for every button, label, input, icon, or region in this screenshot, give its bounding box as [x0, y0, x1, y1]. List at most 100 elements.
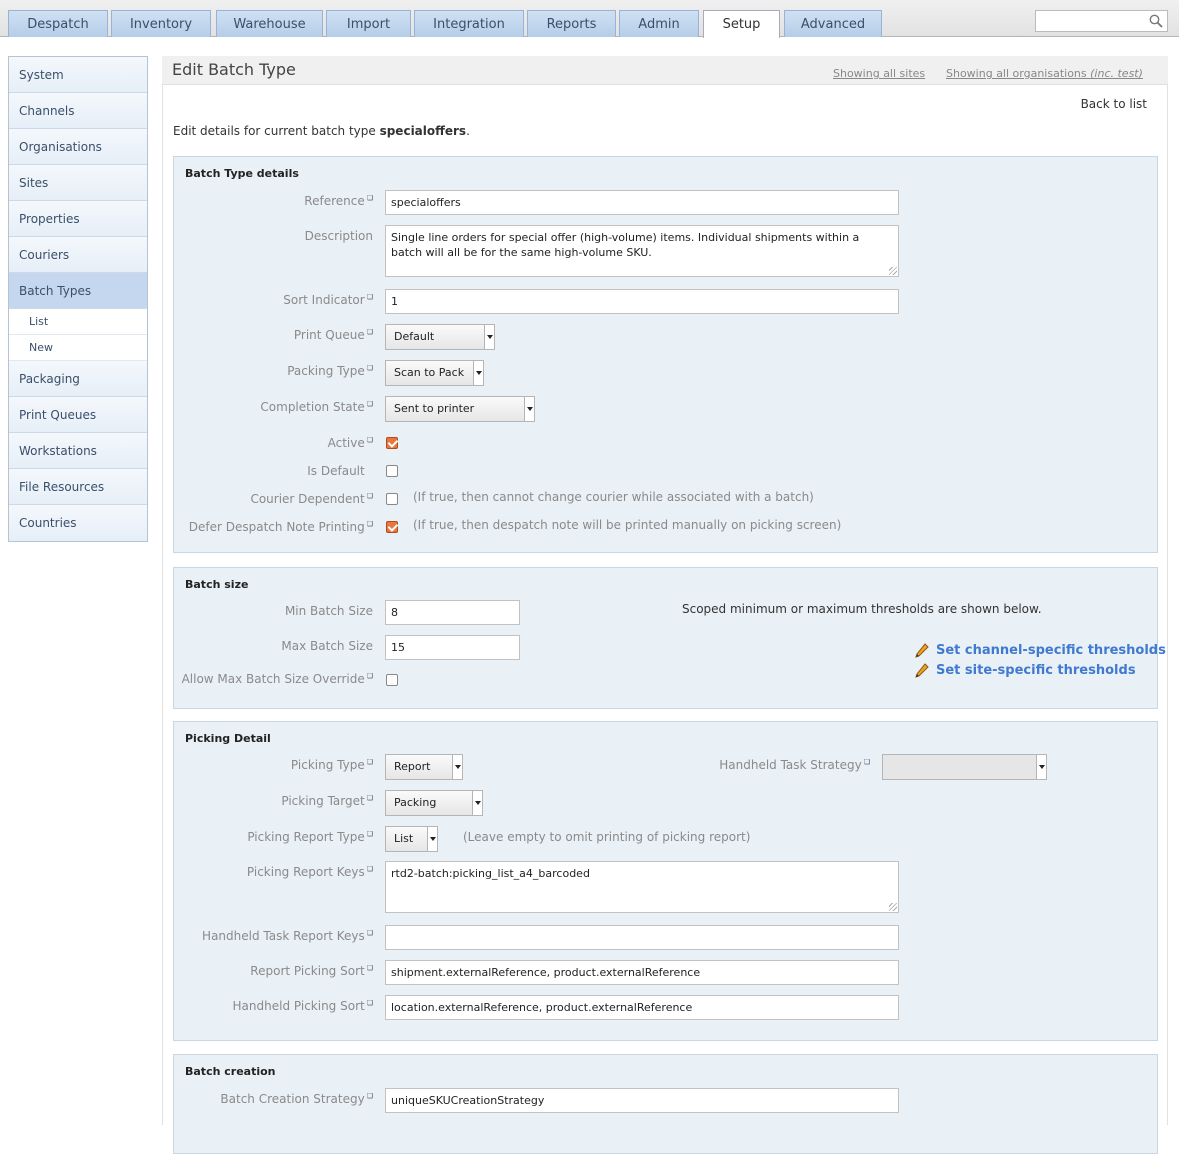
- info-icon[interactable]: ❏: [367, 293, 373, 301]
- override-label-text: Allow Max Batch Size Override: [181, 672, 365, 686]
- tab-import[interactable]: Import: [326, 10, 411, 37]
- tab-despatch[interactable]: Despatch: [8, 10, 108, 37]
- override-checkbox[interactable]: [386, 674, 398, 686]
- reference-field[interactable]: specialoffers: [385, 190, 899, 215]
- is-default-checkbox[interactable]: [386, 465, 398, 477]
- picking-type-select[interactable]: Report: [385, 754, 463, 780]
- info-icon[interactable]: ❏: [367, 964, 373, 972]
- print-queue-select[interactable]: Default: [385, 324, 495, 350]
- tab-admin[interactable]: Admin: [619, 10, 699, 37]
- tab-reports[interactable]: Reports: [527, 10, 616, 37]
- sidebar-item-channels[interactable]: Channels: [9, 93, 147, 129]
- search-input[interactable]: [1035, 10, 1168, 32]
- active-checkbox[interactable]: [386, 437, 398, 449]
- chevron-down-icon[interactable]: [473, 361, 483, 385]
- picking-type-label-text: Picking Type: [290, 758, 365, 772]
- chevron-down-icon[interactable]: [472, 791, 482, 815]
- handheld-strategy-label-text: Handheld Task Strategy: [719, 758, 862, 772]
- report-type-value: List: [394, 832, 414, 845]
- back-to-list-link[interactable]: Back to list: [1081, 97, 1147, 111]
- sidebar-item-couriers[interactable]: Couriers: [9, 237, 147, 273]
- sort-indicator-field[interactable]: 1: [385, 289, 899, 314]
- sort-indicator-label: Sort Indicator ❏: [174, 293, 373, 307]
- showing-orgs-text: Showing all organisations: [946, 67, 1091, 80]
- info-icon[interactable]: ❏: [367, 999, 373, 1007]
- search-icon[interactable]: [1149, 14, 1163, 28]
- defer-despatch-label: Defer Despatch Note Printing ❏: [174, 520, 373, 534]
- sidebar-item-organisations[interactable]: Organisations: [9, 129, 147, 165]
- description-field[interactable]: Single line orders for special offer (hi…: [385, 225, 899, 277]
- info-icon[interactable]: ❏: [367, 194, 373, 202]
- report-sort-field[interactable]: shipment.externalReference, product.exte…: [385, 960, 899, 985]
- site-thresholds-link[interactable]: Set site-specific thresholds: [936, 663, 1136, 678]
- handheld-keys-label: Handheld Task Report Keys ❏: [174, 929, 373, 943]
- sidebar-subitem-new[interactable]: New: [9, 335, 147, 361]
- info-icon[interactable]: ❏: [367, 929, 373, 937]
- active-label: Active ❏: [174, 436, 373, 450]
- showing-organisations-link[interactable]: Showing all organisations (inc. test): [946, 67, 1143, 80]
- info-icon[interactable]: ❏: [367, 830, 373, 838]
- info-icon[interactable]: ❏: [367, 436, 373, 444]
- info-icon[interactable]: ❏: [367, 492, 373, 500]
- pencil-icon: [915, 663, 929, 678]
- info-icon[interactable]: ❏: [367, 672, 373, 680]
- info-icon[interactable]: ❏: [367, 1092, 373, 1100]
- chevron-down-icon[interactable]: [1036, 755, 1046, 779]
- tab-inventory[interactable]: Inventory: [111, 10, 211, 37]
- sidebar-item-packaging[interactable]: Packaging: [9, 361, 147, 397]
- sidebar-item-batch-types[interactable]: Batch Types: [9, 273, 147, 309]
- info-icon[interactable]: ❏: [367, 400, 373, 408]
- min-batch-size-field[interactable]: 8: [385, 600, 520, 625]
- resize-handle[interactable]: [889, 267, 897, 275]
- report-sort-label-text: Report Picking Sort: [250, 964, 365, 978]
- picking-type-value: Report: [394, 760, 431, 773]
- panel-title: Batch size: [185, 578, 249, 591]
- defer-despatch-checkbox[interactable]: [386, 521, 398, 533]
- picking-type-label: Picking Type ❏: [174, 758, 373, 772]
- tab-integration[interactable]: Integration: [414, 10, 524, 37]
- report-keys-field[interactable]: rtd2-batch:picking_list_a4_barcoded: [385, 861, 899, 913]
- sidebar-item-file-resources[interactable]: File Resources: [9, 469, 147, 505]
- info-icon[interactable]: ❏: [367, 794, 373, 802]
- reference-label: Reference ❏: [174, 194, 373, 208]
- sidebar-item-print-queues[interactable]: Print Queues: [9, 397, 147, 433]
- report-type-select[interactable]: List: [385, 826, 438, 852]
- sidebar-item-properties[interactable]: Properties: [9, 201, 147, 237]
- print-queue-label-text: Print Queue: [293, 328, 365, 342]
- tab-advanced[interactable]: Advanced: [784, 10, 882, 37]
- packing-type-label: Packing Type ❏: [174, 364, 373, 378]
- handheld-sort-field[interactable]: location.externalReference, product.exte…: [385, 995, 899, 1020]
- info-icon[interactable]: ❏: [367, 520, 373, 528]
- report-keys-label-text: Picking Report Keys: [246, 865, 365, 879]
- chevron-down-icon[interactable]: [427, 827, 437, 851]
- info-icon[interactable]: ❏: [367, 865, 373, 873]
- channel-thresholds-link[interactable]: Set channel-specific thresholds: [936, 643, 1166, 658]
- completion-state-select[interactable]: Sent to printer: [385, 396, 535, 422]
- sidebar-subitem-list[interactable]: List: [9, 309, 147, 335]
- courier-dependent-checkbox[interactable]: [386, 493, 398, 505]
- top-nav-bar: Despatch Inventory Warehouse Import Inte…: [0, 0, 1179, 38]
- sidebar-item-workstations[interactable]: Workstations: [9, 433, 147, 469]
- max-batch-size-field[interactable]: 15: [385, 635, 520, 660]
- tab-setup[interactable]: Setup: [703, 10, 780, 38]
- resize-handle[interactable]: [889, 903, 897, 911]
- report-sort-label: Report Picking Sort ❏: [174, 964, 373, 978]
- chevron-down-icon[interactable]: [452, 755, 462, 779]
- info-icon[interactable]: ❏: [367, 328, 373, 336]
- chevron-down-icon[interactable]: [484, 325, 494, 349]
- picking-detail-panel: Picking Detail Picking Type ❏ Report Hand…: [173, 721, 1158, 1041]
- showing-sites-link[interactable]: Showing all sites: [833, 67, 925, 80]
- info-icon[interactable]: ❏: [367, 758, 373, 766]
- handheld-keys-field[interactable]: [385, 925, 899, 950]
- info-icon[interactable]: ❏: [367, 364, 373, 372]
- chevron-down-icon[interactable]: [524, 397, 534, 421]
- tab-warehouse[interactable]: Warehouse: [216, 10, 323, 37]
- info-icon[interactable]: ❏: [864, 758, 870, 766]
- sidebar-item-sites[interactable]: Sites: [9, 165, 147, 201]
- packing-type-select[interactable]: Scan to Pack: [385, 360, 484, 386]
- sidebar-item-system[interactable]: System: [9, 57, 147, 93]
- sidebar-item-countries[interactable]: Countries: [9, 505, 147, 541]
- creation-strategy-field[interactable]: uniqueSKUCreationStrategy: [385, 1088, 899, 1113]
- handheld-strategy-select[interactable]: [882, 754, 1047, 780]
- picking-target-select[interactable]: Packing: [385, 790, 483, 816]
